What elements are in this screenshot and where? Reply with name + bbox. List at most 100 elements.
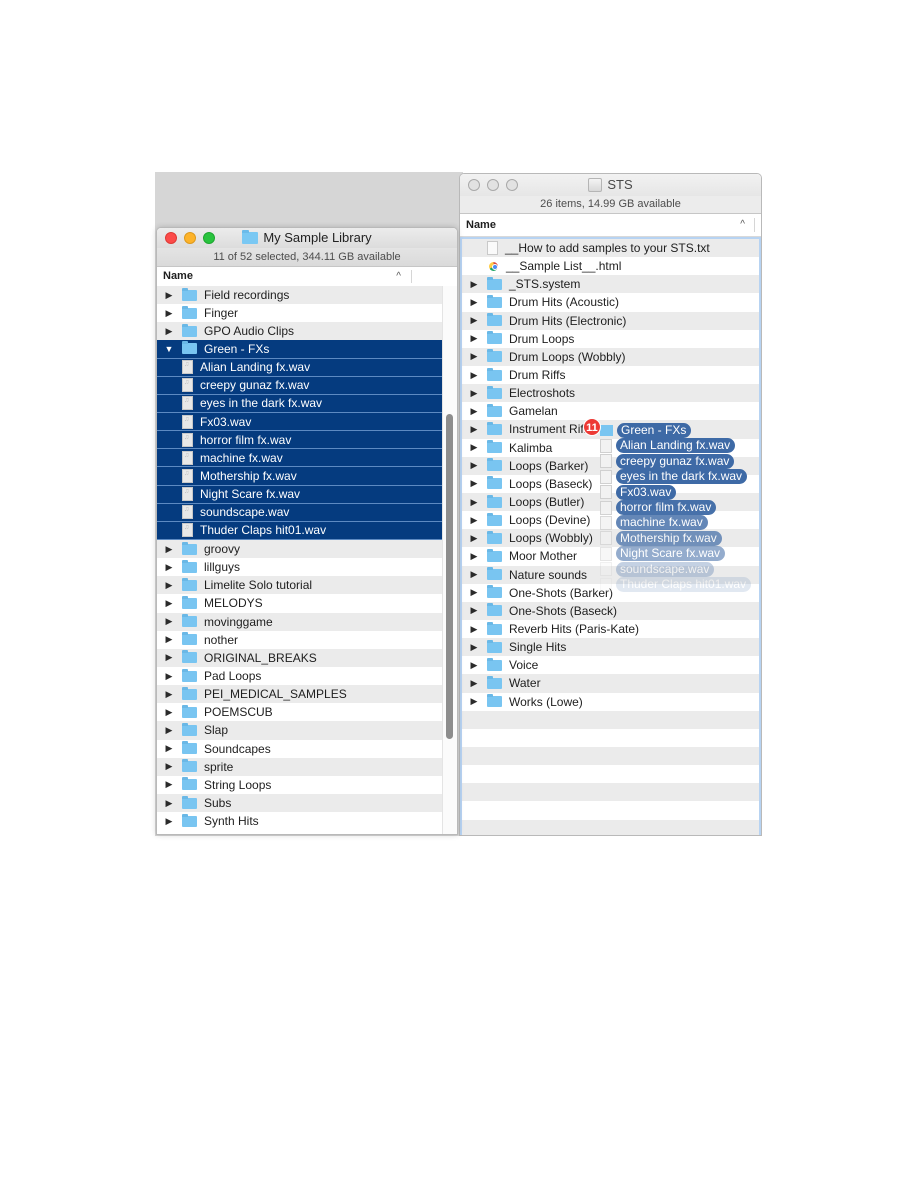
list-item-one-shots-baseck[interactable]: ▶ One-Shots (Baseck) — [462, 601, 759, 620]
list-item-poemscub[interactable]: ▶ POEMSCUB — [157, 703, 443, 722]
disclosure-collapsed-icon[interactable]: ▶ — [161, 326, 177, 337]
list-item-nother[interactable]: ▶ nother — [157, 630, 443, 649]
list-item-gamelan[interactable]: ▶ Gamelan — [462, 402, 759, 421]
disclosure-expanded-icon[interactable]: ▼ — [161, 344, 177, 354]
disclosure-collapsed-icon[interactable]: ▶ — [466, 442, 482, 453]
disclosure-collapsed-icon[interactable]: ▶ — [161, 816, 177, 827]
zoom-button[interactable] — [203, 232, 215, 244]
list-item-field-recordings[interactable]: ▶ Field recordings — [157, 286, 443, 305]
vertical-scrollbar[interactable] — [442, 286, 457, 834]
disclosure-collapsed-icon[interactable]: ▶ — [161, 779, 177, 790]
disclosure-collapsed-icon[interactable]: ▶ — [466, 279, 482, 290]
disclosure-collapsed-icon[interactable]: ▶ — [466, 370, 482, 381]
column-separator[interactable] — [411, 270, 412, 283]
close-button[interactable] — [468, 179, 480, 191]
list-item-sample-list-html[interactable]: __Sample List__.html — [462, 257, 759, 276]
disclosure-collapsed-icon[interactable]: ▶ — [466, 424, 482, 435]
list-item-machine-fx-wav[interactable]: machine fx.wav — [157, 449, 443, 468]
list-item-sts-system[interactable]: ▶ _STS.system — [462, 275, 759, 294]
titlebar[interactable]: STS — [460, 174, 761, 196]
disclosure-collapsed-icon[interactable]: ▶ — [161, 634, 177, 645]
disclosure-collapsed-icon[interactable]: ▶ — [466, 660, 482, 671]
list-item-soundcapes[interactable]: ▶ Soundcapes — [157, 739, 443, 758]
disclosure-collapsed-icon[interactable]: ▶ — [466, 587, 482, 598]
list-item-electroshots[interactable]: ▶ Electroshots — [462, 384, 759, 403]
list-item-limelite-solo-tutorial[interactable]: ▶ Limelite Solo tutorial — [157, 576, 443, 595]
titlebar[interactable]: My Sample Library — [157, 228, 457, 248]
list-item-horror-film-fx-wav[interactable]: horror film fx.wav — [157, 431, 443, 450]
disclosure-collapsed-icon[interactable]: ▶ — [161, 761, 177, 772]
list-item-finger[interactable]: ▶ Finger — [157, 304, 443, 323]
list-item-gpo-audio-clips[interactable]: ▶ GPO Audio Clips — [157, 322, 443, 341]
disclosure-collapsed-icon[interactable]: ▶ — [161, 671, 177, 682]
disclosure-collapsed-icon[interactable]: ▶ — [161, 652, 177, 663]
disclosure-collapsed-icon[interactable]: ▶ — [161, 798, 177, 809]
disclosure-collapsed-icon[interactable]: ▶ — [466, 569, 482, 580]
list-item-pei-medical-samples[interactable]: ▶ PEI_MEDICAL_SAMPLES — [157, 685, 443, 704]
list-item-reverb-hits-paris-kate[interactable]: ▶ Reverb Hits (Paris-Kate) — [462, 619, 759, 639]
list-item-thuder-claps-hit01-wav[interactable]: Thuder Claps hit01.wav — [157, 521, 443, 540]
list-item-drum-loops-wobbly[interactable]: ▶ Drum Loops (Wobbly) — [462, 347, 759, 366]
list-item-single-hits[interactable]: ▶ Single Hits — [462, 638, 759, 657]
list-item-slap[interactable]: ▶ Slap — [157, 721, 443, 740]
list-item-pad-loops[interactable]: ▶ Pad Loops — [157, 666, 443, 686]
list-item-drum-loops[interactable]: ▶ Drum Loops — [462, 329, 759, 348]
disclosure-collapsed-icon[interactable]: ▶ — [161, 689, 177, 700]
disclosure-collapsed-icon[interactable]: ▶ — [161, 598, 177, 609]
disclosure-collapsed-icon[interactable]: ▶ — [161, 290, 177, 301]
list-item-mothership-fx-wav[interactable]: Mothership fx.wav — [157, 467, 443, 486]
close-button[interactable] — [165, 232, 177, 244]
list-item-eyes-in-the-dark-fx-wav[interactable]: eyes in the dark fx.wav — [157, 394, 443, 413]
column-header-name[interactable]: Name ^ — [157, 267, 457, 287]
list-item-drum-hits-acoustic[interactable]: ▶ Drum Hits (Acoustic) — [462, 293, 759, 312]
scrollbar-thumb[interactable] — [446, 414, 453, 739]
disclosure-collapsed-icon[interactable]: ▶ — [466, 388, 482, 399]
disclosure-collapsed-icon[interactable]: ▶ — [466, 642, 482, 653]
disclosure-collapsed-icon[interactable]: ▶ — [466, 351, 482, 362]
disclosure-collapsed-icon[interactable]: ▶ — [466, 696, 482, 707]
list-item-night-scare-fx-wav[interactable]: Night Scare fx.wav — [157, 485, 443, 504]
disclosure-collapsed-icon[interactable]: ▶ — [466, 333, 482, 344]
disclosure-collapsed-icon[interactable]: ▶ — [161, 562, 177, 573]
disclosure-collapsed-icon[interactable]: ▶ — [466, 515, 482, 526]
list-item-drum-hits-electronic[interactable]: ▶ Drum Hits (Electronic) — [462, 311, 759, 330]
disclosure-collapsed-icon[interactable]: ▶ — [466, 624, 482, 635]
list-item-fx03-wav[interactable]: Fx03.wav — [157, 412, 443, 432]
disclosure-collapsed-icon[interactable]: ▶ — [466, 478, 482, 489]
column-header-name[interactable]: Name ^ — [460, 214, 761, 237]
disclosure-collapsed-icon[interactable]: ▶ — [466, 678, 482, 689]
disclosure-collapsed-icon[interactable]: ▶ — [466, 315, 482, 326]
list-item-groovy[interactable]: ▶ groovy — [157, 539, 443, 559]
list-item-voice[interactable]: ▶ Voice — [462, 656, 759, 675]
disclosure-collapsed-icon[interactable]: ▶ — [161, 743, 177, 754]
disclosure-collapsed-icon[interactable]: ▶ — [466, 605, 482, 616]
list-item-movinggame[interactable]: ▶ movinggame — [157, 612, 443, 631]
disclosure-collapsed-icon[interactable]: ▶ — [466, 406, 482, 417]
disclosure-collapsed-icon[interactable]: ▶ — [466, 460, 482, 471]
disclosure-collapsed-icon[interactable]: ▶ — [161, 308, 177, 319]
column-separator[interactable] — [754, 218, 755, 232]
list-item-alian-landing-fx-wav[interactable]: Alian Landing fx.wav — [157, 358, 443, 377]
list-item-melodys[interactable]: ▶ MELODYS — [157, 594, 443, 613]
list-item-how-to-add-samples-to-your-sts-txt[interactable]: __How to add samples to your STS.txt — [462, 239, 759, 258]
disclosure-collapsed-icon[interactable]: ▶ — [466, 533, 482, 544]
disclosure-collapsed-icon[interactable]: ▶ — [161, 707, 177, 718]
list-item-soundscape-wav[interactable]: soundscape.wav — [157, 503, 443, 522]
list-item-works-lowe[interactable]: ▶ Works (Lowe) — [462, 692, 759, 711]
file-list[interactable]: ▶ Field recordings ▶ Finger ▶ GPO Audio Clips… — [157, 286, 443, 831]
list-item-string-loops[interactable]: ▶ String Loops — [157, 775, 443, 794]
minimize-button[interactable] — [487, 179, 499, 191]
disclosure-collapsed-icon[interactable]: ▶ — [161, 580, 177, 591]
disclosure-collapsed-icon[interactable]: ▶ — [161, 616, 177, 627]
list-item-creepy-gunaz-fx-wav[interactable]: creepy gunaz fx.wav — [157, 376, 443, 395]
disclosure-collapsed-icon[interactable]: ▶ — [466, 297, 482, 308]
list-item-drum-riffs[interactable]: ▶ Drum Riffs — [462, 365, 759, 385]
list-item-lillguys[interactable]: ▶ lillguys — [157, 558, 443, 577]
list-item-water[interactable]: ▶ Water — [462, 674, 759, 693]
list-item-subs[interactable]: ▶ Subs — [157, 793, 443, 813]
disclosure-collapsed-icon[interactable]: ▶ — [466, 551, 482, 562]
disclosure-collapsed-icon[interactable]: ▶ — [161, 544, 177, 555]
list-item-sprite[interactable]: ▶ sprite — [157, 757, 443, 776]
zoom-button[interactable] — [506, 179, 518, 191]
list-item-original-breaks[interactable]: ▶ ORIGINAL_BREAKS — [157, 648, 443, 667]
